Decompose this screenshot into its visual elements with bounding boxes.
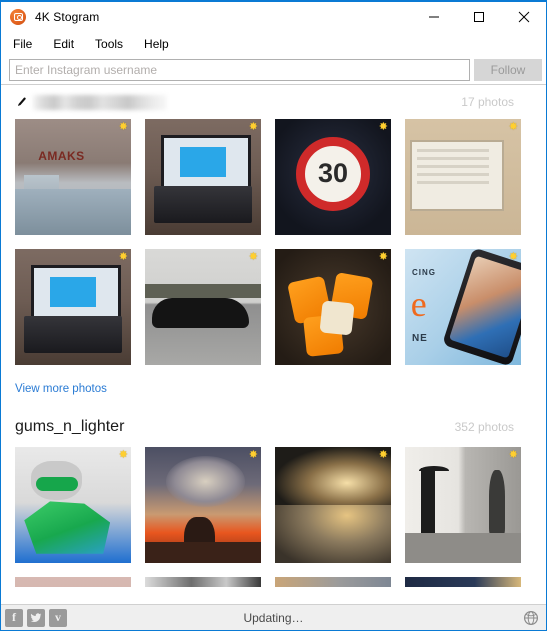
menu-bar: File Edit Tools Help [1, 32, 546, 56]
favorite-star-icon[interactable]: ✸ [379, 450, 388, 461]
green-tinted-portrait-photo[interactable]: ✸ [15, 447, 131, 563]
menu-item-tools[interactable]: Tools [95, 37, 134, 51]
partial-photo-2[interactable] [145, 577, 261, 587]
title-bar: 4K Stogram [1, 2, 546, 32]
account-header-1: 17 photos [15, 85, 532, 119]
sunset-silhouette-photo[interactable]: ✸ [145, 447, 261, 563]
app-title: 4K Stogram [35, 10, 100, 24]
speed-limit-30-sign-photo[interactable]: 30 ✸ [275, 119, 391, 235]
window-controls [411, 2, 546, 32]
favorite-star-icon[interactable]: ✸ [249, 252, 258, 263]
photo-row: ✸ ✸ ✸ CING e NE ✸ [15, 249, 532, 379]
status-message: Updating… [243, 610, 304, 625]
photo-row-partial [15, 577, 532, 587]
favorite-star-icon[interactable]: ✸ [119, 450, 128, 461]
twitter-icon[interactable] [27, 608, 45, 627]
orange-gum-packs-photo[interactable]: ✸ [275, 249, 391, 365]
partial-photo-3[interactable] [275, 577, 391, 587]
favorite-star-icon[interactable]: ✸ [509, 450, 518, 461]
hotel-lobby-amaks-photo[interactable]: AMAKS ✸ [15, 119, 131, 235]
app-window: 4K Stogram File Edit Tools Help Follow [0, 0, 547, 631]
favorite-star-icon[interactable]: ✸ [119, 122, 128, 133]
laptop-screen-photo[interactable]: ✸ [15, 249, 131, 365]
photo-feed[interactable]: 17 photos AMAKS ✸ ✸ 30 ✸ ✸ ✸ ✸ ✸ CING e … [1, 85, 546, 604]
globe-icon[interactable] [522, 609, 540, 627]
tree-over-lake-sunset-photo[interactable]: ✸ [275, 447, 391, 563]
desk-documents-photo[interactable]: ✸ [405, 119, 521, 235]
maximize-button[interactable] [456, 2, 501, 32]
account-username-blurred[interactable] [33, 94, 167, 110]
magazine-phone-photo[interactable]: CING e NE ✸ [405, 249, 521, 365]
close-button[interactable] [501, 2, 546, 32]
favorite-star-icon[interactable]: ✸ [249, 122, 258, 133]
menu-item-edit[interactable]: Edit [53, 37, 85, 51]
search-bar: Follow [1, 56, 546, 84]
pencil-icon [15, 95, 29, 109]
water-pump-child-bw-photo[interactable]: ✸ [405, 447, 521, 563]
account-header-2: gums_n_lighter 352 photos [15, 407, 532, 447]
instagram-camera-icon [10, 9, 26, 25]
partial-photo-4[interactable] [405, 577, 521, 587]
menu-item-help[interactable]: Help [144, 37, 180, 51]
status-bar: f v Updating… [1, 604, 546, 630]
photo-row: AMAKS ✸ ✸ 30 ✸ ✸ [15, 119, 532, 249]
favorite-star-icon[interactable]: ✸ [509, 252, 518, 263]
photo-row: ✸ ✸ ✸ ✸ [15, 447, 532, 577]
account-section-1: 17 photos AMAKS ✸ ✸ 30 ✸ ✸ ✸ ✸ ✸ CING e … [1, 85, 546, 407]
black-muscle-car-photo[interactable]: ✸ [145, 249, 261, 365]
menu-item-file[interactable]: File [13, 37, 43, 51]
account-photo-count-2: 352 photos [454, 420, 514, 434]
favorite-star-icon[interactable]: ✸ [249, 450, 258, 461]
account-section-2: gums_n_lighter 352 photos ✸ ✸ ✸ ✸ [1, 407, 546, 587]
account-photo-count-1: 17 photos [461, 95, 514, 109]
facebook-icon[interactable]: f [5, 608, 23, 627]
partial-photo-1[interactable] [15, 577, 131, 587]
follow-button[interactable]: Follow [474, 59, 542, 81]
photo-caption-top: CING [411, 267, 436, 277]
minimize-button[interactable] [411, 2, 456, 32]
laptop-on-desk-photo[interactable]: ✸ [145, 119, 261, 235]
vimeo-icon[interactable]: v [49, 608, 67, 627]
account-username-2[interactable]: gums_n_lighter [15, 418, 124, 436]
photo-caption-mid: e [410, 284, 427, 325]
favorite-star-icon[interactable]: ✸ [119, 252, 128, 263]
search-input[interactable] [9, 59, 470, 81]
favorite-star-icon[interactable]: ✸ [379, 122, 388, 133]
view-more-photos-link[interactable]: View more photos [15, 381, 107, 407]
photo-caption-bottom: NE [411, 332, 428, 344]
favorite-star-icon[interactable]: ✸ [379, 252, 388, 263]
favorite-star-icon[interactable]: ✸ [509, 122, 518, 133]
